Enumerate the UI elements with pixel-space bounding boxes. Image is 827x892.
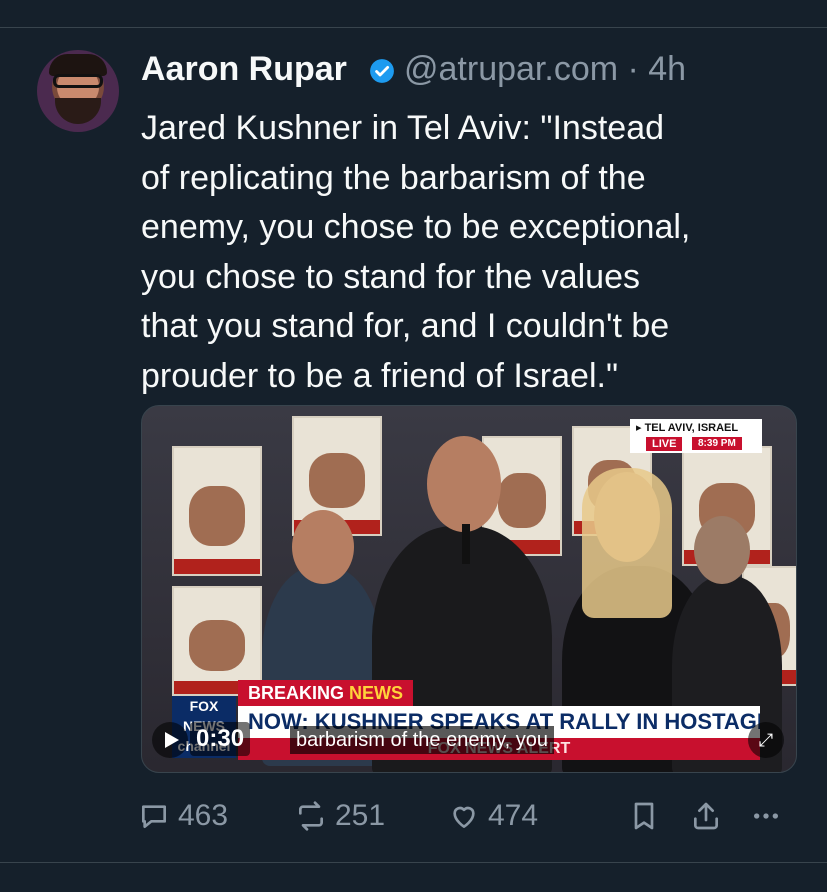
action-bar: 463 251 474 (0, 796, 827, 836)
video-caption: barbarism of the enemy, you (290, 726, 554, 754)
avatar-hair (49, 54, 107, 76)
share-icon (694, 802, 718, 830)
breaking-news-label: NEWS (349, 683, 404, 703)
video-timestamp: 0:30 (190, 722, 251, 756)
person-left-head (292, 510, 354, 584)
bottom-divider (0, 862, 827, 863)
author-name[interactable]: Aaron Rupar (141, 50, 347, 89)
reply-icon (142, 805, 166, 828)
live-label: LIVE (646, 437, 683, 451)
location-text: ▸ TEL AVIV, ISRAEL (636, 422, 739, 434)
repost-button[interactable]: 251 (295, 796, 385, 836)
breaking-label: BREAKING (248, 683, 345, 703)
avatar-glasses (53, 74, 103, 88)
verified-badge-icon (370, 59, 394, 83)
person-right-head (694, 516, 750, 584)
hostage-poster (172, 446, 262, 576)
avatar[interactable] (37, 50, 119, 132)
repost-count: 251 (335, 799, 386, 832)
woman-hair (582, 468, 672, 618)
author-handle-time[interactable]: @atrupar.com · 4h (404, 50, 686, 89)
breaking-news-banner: BREAKING NEWS (238, 680, 414, 706)
repost-icon (299, 801, 323, 831)
play-icon[interactable] (152, 722, 188, 758)
live-location-tag: ▸ TEL AVIV, ISRAEL LIVE 8:39 PM (630, 419, 762, 453)
more-button[interactable] (750, 796, 782, 836)
reply-count: 463 (178, 799, 229, 832)
microphone (462, 524, 470, 564)
top-divider (0, 27, 827, 28)
like-count: 474 (488, 799, 539, 832)
reply-button[interactable]: 463 (138, 796, 228, 836)
share-button[interactable] (690, 796, 722, 836)
mute-icon[interactable]: ⤢ (748, 722, 784, 758)
bookmark-icon (634, 802, 654, 830)
speaker-head (427, 436, 501, 532)
like-icon (453, 806, 475, 828)
bookmark-button[interactable] (628, 796, 660, 836)
like-button[interactable]: 474 (448, 796, 538, 836)
avatar-beard (55, 98, 101, 124)
tweet-text: Jared Kushner in Tel Aviv: "Instead of r… (141, 109, 691, 395)
live-time: 8:39 PM (692, 437, 742, 450)
more-icon (754, 813, 778, 819)
